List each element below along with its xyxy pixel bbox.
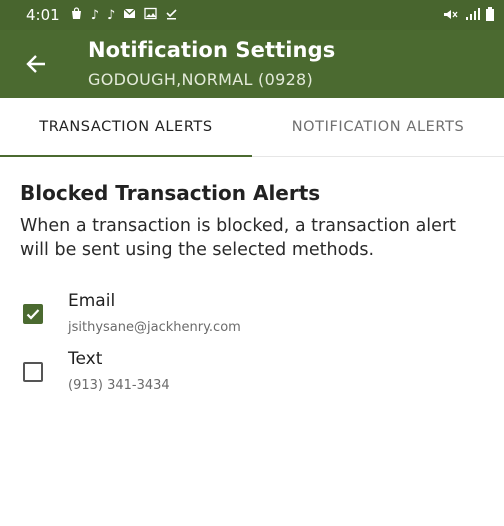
text-option[interactable]: Text (913) 341-3434 — [0, 348, 504, 404]
shopping-bag-icon — [70, 7, 83, 23]
notification-icons: ♪ ♪ — [70, 7, 179, 23]
app-bar: Notification Settings GODOUGH,NORMAL (09… — [0, 30, 504, 98]
tiktok-icon: ♪ — [106, 7, 116, 23]
email-address: jsithysane@jackhenry.com — [68, 320, 241, 335]
mail-icon — [123, 7, 136, 23]
email-label: Email — [68, 291, 116, 311]
tab-notification-alerts[interactable]: NOTIFICATION ALERTS — [252, 98, 504, 156]
email-checkbox[interactable] — [23, 304, 43, 324]
back-arrow-icon[interactable] — [20, 48, 52, 80]
tab-bar: TRANSACTION ALERTS NOTIFICATION ALERTS — [0, 98, 504, 157]
image-icon — [144, 7, 157, 23]
tab-selected-indicator — [0, 155, 252, 157]
text-label: Text — [68, 349, 103, 369]
email-option[interactable]: Email jsithysane@jackhenry.com — [0, 290, 504, 346]
text-checkbox[interactable] — [23, 362, 43, 382]
section-heading: Blocked Transaction Alerts — [20, 181, 321, 205]
mute-icon — [443, 8, 458, 23]
section-description: When a transaction is blocked, a transac… — [20, 216, 456, 260]
page-title: Notification Settings — [88, 38, 336, 62]
account-subtitle: GODOUGH,NORMAL (0928) — [88, 70, 314, 89]
download-done-icon — [165, 7, 178, 23]
tab-transaction-alerts[interactable]: TRANSACTION ALERTS — [0, 98, 252, 156]
battery-icon — [486, 7, 494, 23]
checkmark-icon — [26, 309, 40, 320]
status-time: 4:01 — [26, 6, 60, 24]
status-bar: 4:01 ♪ ♪ — [0, 0, 504, 30]
lte-signal-icon — [464, 7, 480, 23]
system-icons — [443, 7, 494, 23]
tiktok-icon: ♪ — [90, 7, 99, 23]
phone-number: (913) 341-3434 — [68, 378, 170, 393]
